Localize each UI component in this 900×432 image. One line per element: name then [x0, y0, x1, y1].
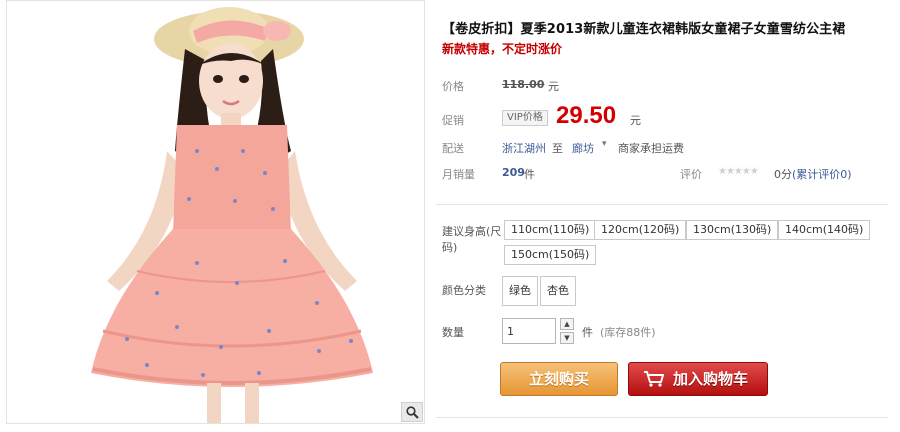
product-photo — [7, 1, 424, 423]
buy-now-button[interactable]: 立刻购买 — [500, 362, 618, 396]
orig-price: 118.00 — [502, 78, 545, 91]
product-image-frame[interactable] — [6, 0, 425, 424]
review-label: 评价 — [680, 168, 702, 181]
shopping-cart-icon — [644, 371, 664, 387]
zoom-button[interactable] — [401, 402, 423, 422]
magnifier-icon — [405, 405, 419, 419]
quantity-label: 数量 — [442, 326, 464, 339]
promo-price-label: 促销 — [442, 114, 464, 127]
quantity-input[interactable] — [502, 318, 556, 344]
chevron-up-icon[interactable]: ▲ — [560, 318, 574, 330]
size-option-130[interactable]: 130cm(130码) — [686, 220, 779, 240]
shipping-label: 配送 — [442, 142, 464, 155]
size-option-150[interactable]: 150cm(150码) — [504, 245, 597, 265]
sale-price-unit: 元 — [630, 114, 641, 127]
chevron-down-icon[interactable]: ▼ — [560, 332, 574, 344]
chevron-down-icon[interactable]: ▾ — [602, 139, 607, 149]
ship-from[interactable]: 浙江湖州 — [502, 140, 546, 156]
color-label: 颜色分类 — [442, 284, 486, 297]
vip-price-tag: VIP价格 — [502, 110, 548, 126]
divider — [436, 417, 888, 418]
stock-count: (库存88件) — [600, 326, 656, 339]
monthly-sales-unit: 件 — [524, 168, 535, 181]
size-label: 建议身高(尺码) — [442, 225, 502, 254]
price-box: 价格 118.00 元 促销 VIP价格 29.50 元 配送 浙江湖州 至 廊… — [436, 66, 888, 192]
promo-text: 新款特惠，不定时涨价 — [442, 42, 563, 56]
orig-price-label: 价格 — [442, 80, 464, 93]
add-to-cart-button[interactable]: 加入购物车 — [628, 362, 768, 396]
size-option-110[interactable]: 110cm(110码) — [504, 220, 597, 240]
product-title: 【卷皮折扣】夏季2013新款儿童连衣裙韩版女童裙子女童雪纺公主裙 — [442, 22, 846, 37]
color-option-green[interactable]: 绿色 — [502, 276, 538, 306]
ship-to-select[interactable]: 廊坊 — [572, 140, 594, 156]
monthly-sales-count: 209 — [502, 166, 525, 179]
shipping-note: 商家承担运费 — [618, 142, 684, 155]
orig-price-unit: 元 — [548, 80, 559, 93]
size-option-120[interactable]: 120cm(120码) — [594, 220, 687, 240]
add-to-cart-label: 加入购物车 — [673, 370, 749, 388]
size-option-140[interactable]: 140cm(140码) — [778, 220, 871, 240]
sale-price: 29.50 — [556, 102, 617, 129]
divider — [436, 204, 888, 205]
monthly-sales-label: 月销量 — [442, 168, 475, 181]
rating-stars: ★★★★★ — [718, 166, 759, 177]
quantity-unit: 件 — [582, 326, 593, 339]
ship-to-word: 至 — [552, 142, 563, 155]
review-score: 0分 — [774, 168, 792, 181]
color-option-apricot[interactable]: 杏色 — [540, 276, 576, 306]
review-count-link[interactable]: (累计评价0) — [792, 166, 852, 182]
